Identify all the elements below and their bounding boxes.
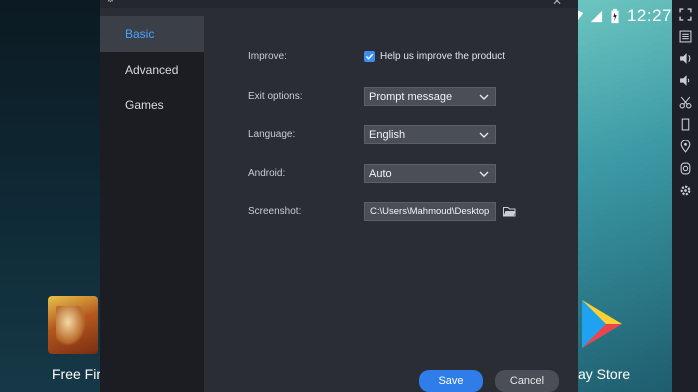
android-select[interactable]: Auto bbox=[364, 164, 496, 183]
chevron-down-icon bbox=[479, 132, 489, 138]
save-button[interactable]: Save bbox=[419, 370, 483, 392]
folder-icon[interactable] bbox=[503, 206, 516, 217]
exit-options-label: Exit options: bbox=[248, 91, 303, 102]
improve-checkbox[interactable] bbox=[364, 51, 375, 62]
android-label: Android: bbox=[248, 168, 286, 179]
chevron-down-icon bbox=[479, 94, 489, 100]
cancel-button[interactable]: Cancel bbox=[495, 370, 559, 392]
scissors-icon[interactable] bbox=[676, 94, 694, 110]
android-value: Auto bbox=[369, 167, 392, 180]
location-icon[interactable] bbox=[676, 138, 694, 154]
sidebar-item-advanced[interactable]: Advanced bbox=[100, 52, 204, 88]
free-fire-icon[interactable] bbox=[48, 296, 98, 354]
screenshot-label: Screenshot: bbox=[248, 206, 302, 217]
gear-icon: ⚙ bbox=[106, 0, 116, 5]
improve-label: Improve: bbox=[248, 51, 287, 62]
checkmark-icon bbox=[365, 53, 374, 60]
fullscreen-icon[interactable] bbox=[676, 6, 694, 22]
settings-sidebar: Basic Advanced Games bbox=[100, 16, 204, 392]
shake-icon[interactable] bbox=[676, 116, 694, 132]
language-select[interactable]: English bbox=[364, 125, 496, 144]
play-store-label: ay Store bbox=[578, 366, 631, 382]
menu-icon[interactable] bbox=[676, 28, 694, 44]
emulator-screen: Free Fir ay Store 12:27 ⚙ ✕ Basic Advanc… bbox=[0, 0, 698, 392]
settings-icon[interactable] bbox=[676, 182, 694, 198]
sidebar-item-basic[interactable]: Basic bbox=[100, 16, 204, 52]
signal-icon bbox=[590, 10, 603, 23]
status-time: 12:27 bbox=[626, 6, 672, 25]
free-fire-label: Free Fir bbox=[52, 366, 101, 382]
language-value: English bbox=[369, 128, 406, 141]
improve-checkbox-label[interactable]: Help us improve the product bbox=[380, 51, 505, 62]
screenshot-path-field[interactable]: C:\Users\Mahmoud\Desktop bbox=[364, 202, 496, 221]
play-store-icon[interactable] bbox=[578, 296, 626, 352]
title-bar bbox=[100, 0, 578, 8]
sidebar-item-games[interactable]: Games bbox=[100, 87, 204, 123]
volume-down-icon[interactable] bbox=[676, 72, 694, 88]
camera-icon[interactable] bbox=[676, 160, 694, 176]
close-icon[interactable]: ✕ bbox=[552, 0, 562, 8]
exit-options-select[interactable]: Prompt message bbox=[364, 87, 496, 106]
chevron-down-icon bbox=[479, 171, 489, 177]
status-bar: 12:27 bbox=[570, 4, 672, 28]
battery-icon bbox=[611, 8, 619, 24]
language-label: Language: bbox=[248, 129, 296, 140]
emulator-toolbar bbox=[672, 0, 698, 392]
exit-options-value: Prompt message bbox=[369, 90, 453, 103]
volume-up-icon[interactable] bbox=[676, 50, 694, 66]
settings-window: ⚙ ✕ Basic Advanced Games Improve: Help u… bbox=[100, 0, 578, 392]
